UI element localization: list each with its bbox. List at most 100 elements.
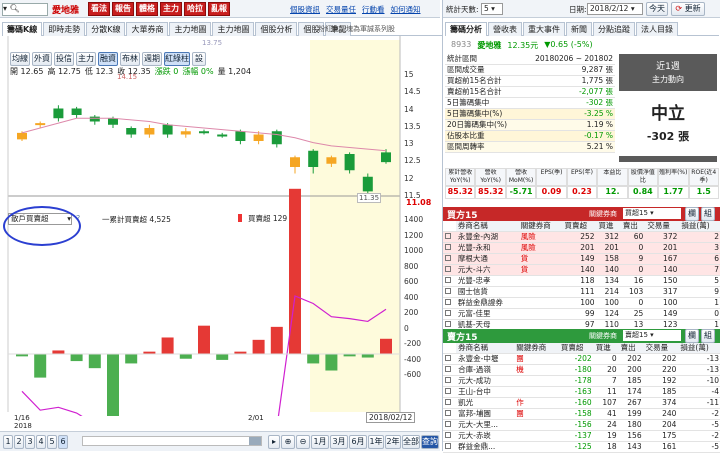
- tab-revenue[interactable]: 營收表: [488, 22, 522, 36]
- buy-column-button[interactable]: 欄: [685, 207, 699, 221]
- table-row[interactable]: 元富-佳里 99 124 25 149 0: [443, 308, 720, 320]
- range-1y[interactable]: 1年: [368, 435, 384, 449]
- buy-select[interactable]: 買超15 ▾: [623, 208, 681, 219]
- table-row[interactable]: 元大-赤崁 -137 19 156 175 -2: [443, 430, 720, 442]
- page-4[interactable]: 4: [36, 435, 46, 449]
- table-row[interactable]: 國士信貨 111 214 103 317 9: [443, 286, 720, 298]
- sell-select[interactable]: 賣超15 ▾: [623, 330, 681, 341]
- view-button[interactable]: 看法: [88, 2, 110, 16]
- page-3[interactable]: 3: [25, 435, 35, 449]
- table-row[interactable]: 元大-大里... -156 24 180 204 -5: [443, 419, 720, 431]
- body-button[interactable]: 體格: [136, 2, 158, 16]
- row-checkbox[interactable]: [443, 386, 457, 398]
- tab-branch-track[interactable]: 分點追蹤: [593, 22, 635, 36]
- range-6m[interactable]: 6月: [349, 435, 367, 449]
- table-row[interactable]: 光豐-永和 風險 201 201 0 201 3: [443, 242, 720, 254]
- range-3m[interactable]: 3月: [330, 435, 348, 449]
- range-1m[interactable]: 1月: [311, 435, 329, 449]
- table-row[interactable]: 元大-斗六貨 140 140 0 140 7: [443, 264, 720, 276]
- column-header[interactable]: 買賣超: [562, 221, 597, 232]
- row-checkbox[interactable]: [443, 242, 456, 254]
- sell-column-button[interactable]: 欄: [685, 329, 699, 343]
- table-row[interactable]: 永豐金-中壢團 -202 0 202 202 -13: [443, 353, 720, 365]
- table-row[interactable]: 摩根大通貨 149 158 9 167 6: [443, 253, 720, 265]
- page-1[interactable]: 1: [3, 435, 13, 449]
- candle-body: [162, 124, 173, 135]
- tab-realtime[interactable]: 即時走勢: [43, 22, 86, 36]
- tab-force-map[interactable]: 主力地圖: [169, 22, 212, 36]
- table-row[interactable]: 富邦-埔園團 -158 41 199 240 -2: [443, 408, 720, 420]
- row-checkbox[interactable]: [443, 353, 457, 365]
- column-header[interactable]: 券商名稱: [456, 343, 515, 354]
- tab-chip-analysis[interactable]: 籌碼分析: [445, 22, 487, 36]
- table-row[interactable]: 合庫-過嶺機 -180 20 200 220 -13: [443, 364, 720, 376]
- row-checkbox[interactable]: [443, 286, 456, 298]
- link-info[interactable]: 個股資訊: [290, 4, 320, 15]
- row-checkbox[interactable]: [443, 231, 456, 243]
- zoom-in-icon[interactable]: ▸: [268, 435, 280, 449]
- table-row[interactable]: 凱光作 -160 107 267 374 -11: [443, 397, 720, 409]
- row-checkbox[interactable]: [443, 419, 457, 431]
- row-checkbox[interactable]: [443, 430, 457, 442]
- date-input[interactable]: 2018/2/12 ▾: [587, 3, 643, 15]
- stats-days-select[interactable]: 5 ▾: [481, 3, 503, 15]
- column-header[interactable]: 賣出: [620, 221, 646, 232]
- column-header[interactable]: 券商名稱: [455, 221, 519, 232]
- stock-input[interactable]: ▾ 🔍︎: [2, 3, 48, 16]
- column-header[interactable]: 買賣超: [558, 343, 594, 354]
- row-checkbox[interactable]: [443, 253, 456, 265]
- random-button[interactable]: 亂報: [208, 2, 230, 16]
- column-header[interactable]: 損益(萬): [678, 343, 720, 354]
- column-header[interactable]: 買進: [596, 221, 621, 232]
- row-checkbox[interactable]: [443, 397, 457, 409]
- range-2y[interactable]: 2年: [385, 435, 401, 449]
- zoom-icon[interactable]: ⊕: [281, 435, 295, 449]
- row-checkbox[interactable]: [443, 275, 456, 287]
- table-row[interactable]: 永豐金-內湖 風險 252 312 60 372 2: [443, 231, 720, 243]
- link-notify[interactable]: 如何通知: [391, 4, 421, 15]
- query-button[interactable]: 查詢: [421, 435, 439, 449]
- row-checkbox[interactable]: [443, 308, 456, 320]
- table-cell: 214: [596, 286, 621, 298]
- refresh-button[interactable]: ⟳ 更新: [671, 2, 705, 16]
- table-row[interactable]: 王山-台中 -163 11 174 185 -4: [443, 386, 720, 398]
- scroll-thumb[interactable]: [249, 437, 261, 445]
- tab-news[interactable]: 新聞: [566, 22, 592, 36]
- link-mobile[interactable]: 行動看: [362, 4, 385, 15]
- row-checkbox[interactable]: [443, 408, 457, 420]
- table-row[interactable]: 光豐-忠孝 118 134 16 150 5: [443, 275, 720, 287]
- column-header[interactable]: 損益(萬): [679, 221, 720, 232]
- tab-institution[interactable]: 法人目錄: [636, 22, 678, 36]
- report-button[interactable]: 報告: [112, 2, 134, 16]
- today-button[interactable]: 今天: [646, 2, 668, 16]
- tab-kline[interactable]: 籌碼K線: [2, 22, 43, 36]
- row-checkbox[interactable]: [443, 364, 457, 376]
- row-checkbox[interactable]: [443, 375, 457, 387]
- column-header[interactable]: 關鍵券商: [518, 221, 563, 232]
- page-2[interactable]: 2: [14, 435, 24, 449]
- column-header[interactable]: 賣出: [618, 343, 644, 354]
- buy-group-button[interactable]: 組: [701, 207, 715, 221]
- chat-button[interactable]: 哈拉: [184, 2, 206, 16]
- row-checkbox[interactable]: [443, 297, 456, 309]
- range-all[interactable]: 全部: [402, 435, 420, 449]
- main-force-button[interactable]: 主力: [160, 2, 182, 16]
- column-header[interactable]: 關鍵券商: [514, 343, 559, 354]
- column-header[interactable]: 交易量: [645, 221, 680, 232]
- link-volume[interactable]: 交易量任: [326, 4, 356, 15]
- row-checkbox[interactable]: [443, 264, 456, 276]
- tab-big-broker[interactable]: 大單券商: [126, 22, 169, 36]
- column-header[interactable]: 交易量: [643, 343, 679, 354]
- tab-analysis[interactable]: 個股分析: [255, 22, 298, 36]
- tab-minute-k[interactable]: 分散K線: [86, 22, 126, 36]
- tab-force-map-2[interactable]: 主力地圖: [212, 22, 255, 36]
- scrollbar[interactable]: [82, 436, 262, 446]
- page-5[interactable]: 5: [47, 435, 57, 449]
- table-row[interactable]: 群益金鼎證券 100 100 0 100 1: [443, 297, 720, 309]
- column-header[interactable]: 買進: [593, 343, 619, 354]
- sell-group-button[interactable]: 組: [701, 329, 715, 343]
- tab-events[interactable]: 重大事件: [523, 22, 565, 36]
- page-6[interactable]: 6: [58, 435, 68, 449]
- zoom-out-icon[interactable]: ⊖: [296, 435, 310, 449]
- table-row[interactable]: 元大-成功 -178 7 185 192 -10: [443, 375, 720, 387]
